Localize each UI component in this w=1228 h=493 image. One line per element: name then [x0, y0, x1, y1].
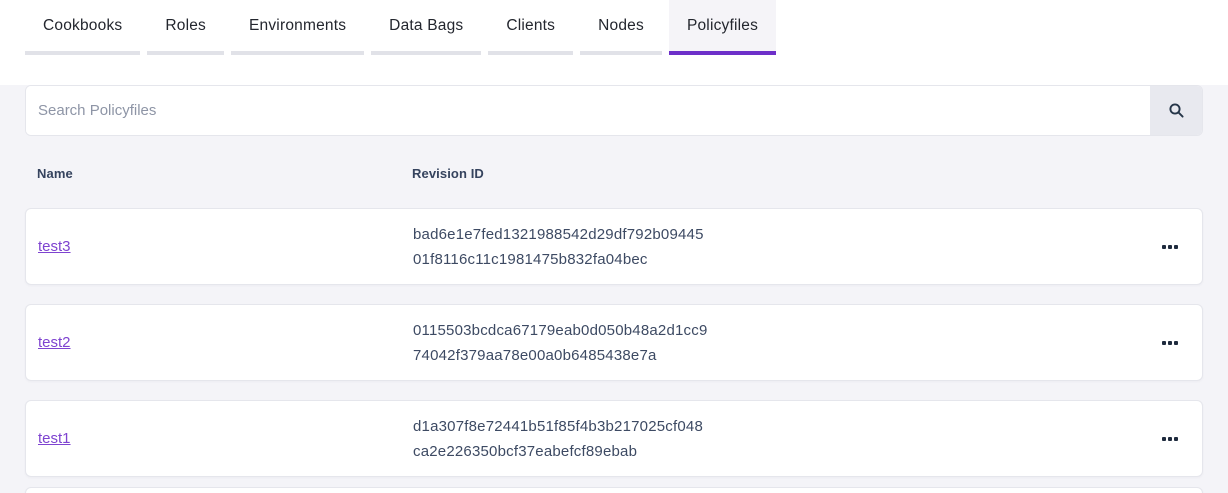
tab-nodes[interactable]: Nodes [580, 0, 662, 55]
revision-id-cell: 0115503bcdca67179eab0d050b48a2d1cc9 7404… [413, 318, 1150, 368]
tab-data-bags[interactable]: Data Bags [371, 0, 481, 55]
row-menu-button[interactable] [1150, 227, 1190, 267]
revision-id-line: bad6e1e7fed1321988542d29df792b09445 [413, 222, 1150, 247]
name-cell: test2 [38, 334, 413, 352]
table-row: test3 bad6e1e7fed1321988542d29df792b0944… [25, 208, 1203, 285]
ellipsis-icon [1162, 245, 1166, 249]
revision-id-cell: d1a307f8e72441b51f85f4b3b217025cf048 ca2… [413, 414, 1150, 464]
revision-id-line: 0115503bcdca67179eab0d050b48a2d1cc9 [413, 318, 1150, 343]
ellipsis-icon [1162, 437, 1166, 441]
tab-policyfiles[interactable]: Policyfiles [669, 0, 776, 55]
column-header-name: Name [37, 166, 412, 181]
tab-clients[interactable]: Clients [488, 0, 573, 55]
name-cell: test1 [38, 430, 413, 448]
tab-cookbooks[interactable]: Cookbooks [25, 0, 140, 55]
table-row-partial [25, 487, 1203, 493]
search-button[interactable] [1150, 86, 1202, 135]
name-cell: test3 [38, 238, 413, 256]
row-menu-button[interactable] [1150, 419, 1190, 459]
policyfile-link[interactable]: test3 [38, 238, 71, 255]
table-header: Name Revision ID [25, 164, 1203, 182]
tab-environments[interactable]: Environments [231, 0, 364, 55]
policyfile-link[interactable]: test2 [38, 334, 71, 351]
revision-id-line: d1a307f8e72441b51f85f4b3b217025cf048 [413, 414, 1150, 439]
search-input[interactable] [26, 86, 1150, 135]
search-bar [25, 85, 1203, 136]
search-icon [1168, 102, 1185, 119]
revision-id-line: 01f8116c11c1981475b832fa04bec [413, 247, 1150, 272]
column-header-revision-id: Revision ID [412, 166, 1163, 181]
revision-id-line: ca2e226350bcf37eabefcf89ebab [413, 439, 1150, 464]
policyfile-link[interactable]: test1 [38, 430, 71, 447]
ellipsis-icon [1162, 341, 1166, 345]
table-row: test2 0115503bcdca67179eab0d050b48a2d1cc… [25, 304, 1203, 381]
revision-id-line: 74042f379aa78e00a0b6485438e7a [413, 343, 1150, 368]
tab-roles[interactable]: Roles [147, 0, 224, 55]
tab-bar: Cookbooks Roles Environments Data Bags C… [0, 0, 1228, 55]
revision-id-cell: bad6e1e7fed1321988542d29df792b09445 01f8… [413, 222, 1150, 272]
table-row: test1 d1a307f8e72441b51f85f4b3b217025cf0… [25, 400, 1203, 477]
row-menu-button[interactable] [1150, 323, 1190, 363]
policyfiles-panel: Name Revision ID test3 bad6e1e7fed132198… [0, 85, 1228, 493]
